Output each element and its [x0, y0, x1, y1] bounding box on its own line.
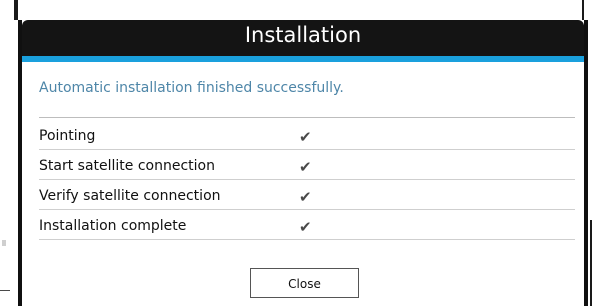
list-item: Pointing ✔: [39, 123, 575, 150]
list-item: Verify satellite connection ✔: [39, 183, 575, 210]
dialog-title: Installation: [244, 23, 362, 47]
checkmark-icon: ✔: [299, 218, 312, 236]
dialog-titlebar: Installation: [22, 20, 584, 62]
list-item: Installation complete ✔: [39, 213, 575, 240]
background-window-frame: [590, 220, 592, 306]
divider: [39, 117, 575, 118]
background-fragment: [2, 240, 6, 246]
step-label: Verify satellite connection: [39, 188, 221, 204]
installation-dialog: Installation Automatic installation fini…: [18, 20, 588, 306]
checkmark-icon: ✔: [299, 188, 312, 206]
checkmark-icon: ✔: [299, 128, 312, 146]
step-label: Installation complete: [39, 218, 187, 234]
checkmark-icon: ✔: [299, 158, 312, 176]
background-window-frame: [14, 0, 18, 20]
status-message: Automatic installation finished successf…: [39, 80, 344, 96]
step-label: Pointing: [39, 128, 96, 144]
step-label: Start satellite connection: [39, 158, 215, 174]
background-fragment: [0, 290, 10, 291]
close-button[interactable]: Close: [250, 268, 359, 298]
list-item: Start satellite connection ✔: [39, 153, 575, 180]
background-window-frame: [582, 0, 584, 20]
